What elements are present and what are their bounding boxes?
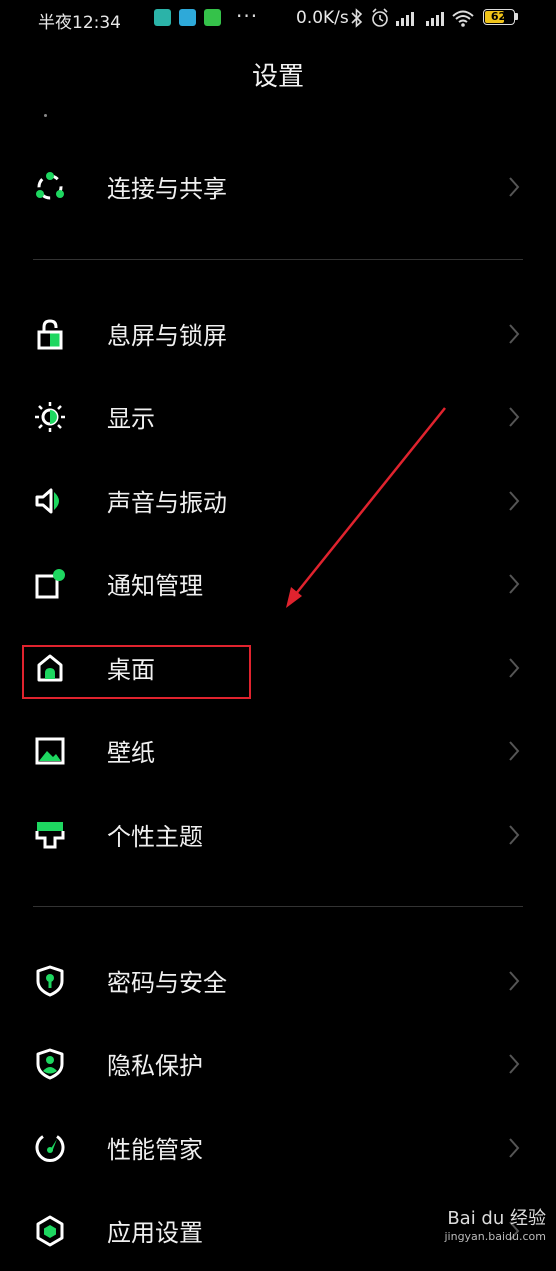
watermark-url: jingyan.baidu.com xyxy=(444,1230,546,1243)
watermark-brand: Bai du 经验 xyxy=(447,1208,546,1229)
annotation-arrow xyxy=(286,407,446,608)
watermark: Bai du 经验 jingyan.baidu.com xyxy=(444,1210,546,1246)
